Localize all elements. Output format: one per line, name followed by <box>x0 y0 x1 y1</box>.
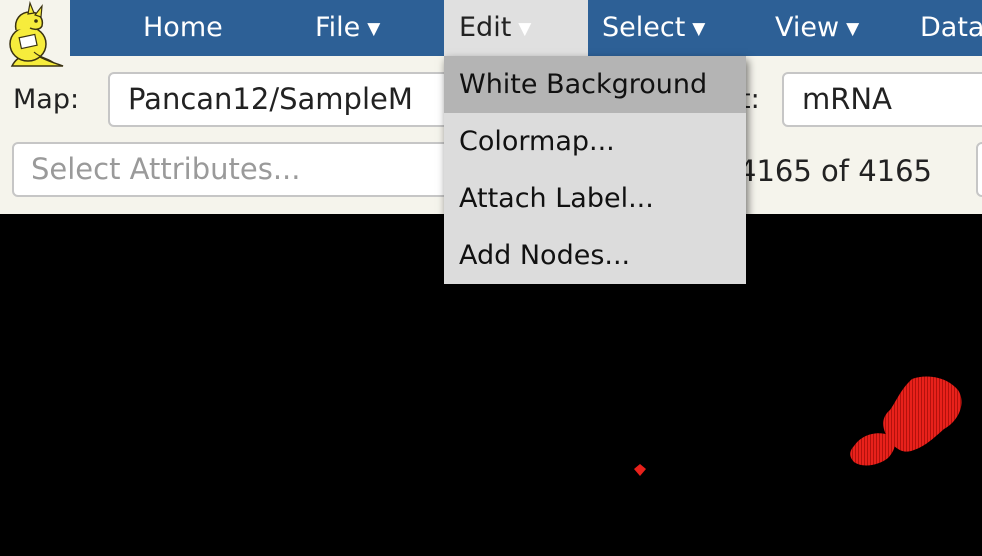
layout-select-value: mRNA <box>802 82 892 116</box>
app-logo[interactable] <box>0 0 70 70</box>
attributes-placeholder: Select Attributes... <box>31 152 301 186</box>
menu-item-colormap[interactable]: Colormap... <box>444 113 746 170</box>
node-point-small[interactable] <box>634 464 646 476</box>
nav-file-menu[interactable]: File ▼ <box>315 0 380 56</box>
nav-home[interactable]: Home <box>143 0 223 56</box>
chevron-down-icon: ▼ <box>846 19 860 39</box>
menu-item-white-background[interactable]: White Background <box>444 56 746 113</box>
nav-data-label: Data <box>920 12 982 43</box>
node-cluster-large[interactable] <box>883 376 962 452</box>
attributes-search-input[interactable]: Select Attributes... <box>12 142 457 197</box>
chevron-down-icon: ▼ <box>692 19 706 39</box>
chevron-down-icon: ▼ <box>367 19 381 39</box>
menu-item-add-nodes[interactable]: Add Nodes... <box>444 227 746 284</box>
kangaroo-logo-icon <box>9 0 64 67</box>
nav-view-label: View <box>775 12 840 43</box>
nav-home-label: Home <box>143 12 223 43</box>
nav-view-menu[interactable]: View ▼ <box>775 0 859 56</box>
map-select-value: Pancan12/SampleM <box>128 82 413 116</box>
node-cluster-small[interactable] <box>850 433 895 466</box>
nav-select-menu[interactable]: Select ▼ <box>602 0 705 56</box>
nav-edit-menu[interactable]: Edit ▼ <box>444 0 588 56</box>
chevron-down-icon: ▼ <box>518 19 532 39</box>
map-select[interactable]: Pancan12/SampleM <box>108 72 458 127</box>
nav-select-label: Select <box>602 12 686 43</box>
menu-item-attach-label[interactable]: Attach Label... <box>444 170 746 227</box>
edit-dropdown-menu: White Background Colormap... Attach Labe… <box>444 56 746 284</box>
node-count-text: 4165 of 4165 <box>738 154 932 188</box>
nav-data-menu[interactable]: Data <box>920 0 982 56</box>
control-edge-box[interactable] <box>976 142 982 197</box>
nav-edit-label: Edit <box>459 12 512 43</box>
map-label: Map: <box>13 84 80 115</box>
nav-file-label: File <box>315 12 361 43</box>
layout-select[interactable]: mRNA <box>782 72 982 127</box>
top-navbar: Home File ▼ Edit ▼ Select ▼ View ▼ Data <box>0 0 982 56</box>
